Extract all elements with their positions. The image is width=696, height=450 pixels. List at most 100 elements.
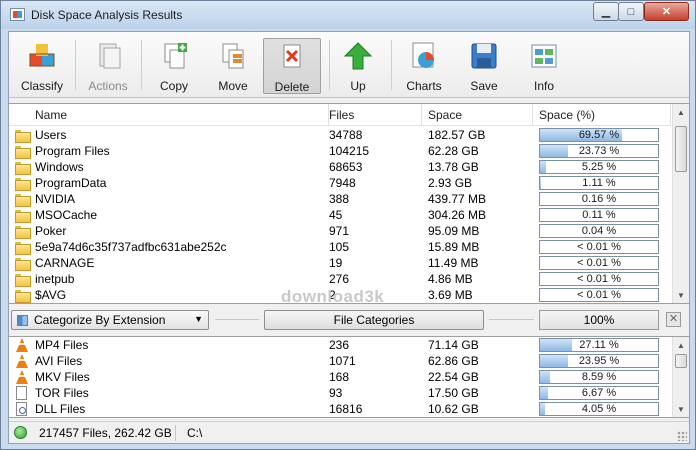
space-percent-label: < 0.01 % [577, 257, 621, 269]
row-name: MSOCache [35, 208, 98, 222]
toolbar-separator [391, 40, 392, 90]
file-categories-button[interactable]: File Categories [264, 310, 484, 330]
actions-button[interactable]: Actions [79, 38, 137, 94]
move-button[interactable]: Move [204, 38, 262, 94]
space-percent-bar: 0.16 % [539, 192, 659, 206]
folder-row[interactable]: ProgramData 7948 2.93 GB 1.11 % [9, 175, 671, 191]
space-percent-label: 1.11 % [582, 177, 616, 189]
extension-row[interactable]: AVI Files 1071 62.86 GB 23.95 % [9, 353, 671, 369]
folder-icon [15, 226, 31, 239]
space-percent-label: 0.04 % [581, 225, 617, 237]
row-name: Users [35, 128, 67, 142]
scroll-down-icon[interactable]: ▼ [673, 401, 689, 417]
extension-row[interactable]: DLL Files 16816 10.62 GB 4.05 % [9, 401, 671, 417]
space-percent-bar: 23.95 % [539, 354, 659, 368]
row-files: 104215 [329, 144, 370, 158]
up-button[interactable]: Up [329, 38, 387, 94]
row-space: 3.69 MB [428, 288, 473, 302]
total-percent: 100% [539, 310, 659, 330]
folder-list-scrollbar[interactable]: ▲ ▼ [672, 104, 689, 303]
row-space: 10.62 GB [428, 402, 479, 416]
row-space: 11.49 MB [428, 256, 479, 270]
row-name: CARNAGE [35, 256, 95, 270]
charts-button[interactable]: Charts [395, 38, 453, 94]
column-header-files[interactable]: Files [323, 104, 422, 126]
row-files: 388 [329, 192, 350, 206]
resize-grip-icon[interactable] [677, 431, 687, 441]
row-name: $AVG [35, 288, 67, 302]
row-name: AVI Files [35, 354, 83, 368]
folder-row[interactable]: NVIDIA 388 439.77 MB 0.16 % [9, 191, 671, 207]
row-files: 168 [329, 370, 350, 384]
toolbar-label: Save [470, 79, 498, 93]
scroll-thumb[interactable] [675, 354, 687, 368]
category-icon [17, 315, 28, 326]
copy-button[interactable]: Copy [145, 38, 203, 94]
space-percent-bar: < 0.01 % [539, 288, 659, 302]
close-window-button[interactable]: ✕ [644, 2, 689, 21]
toolbar-label: Copy [159, 79, 188, 93]
space-percent-bar: 4.05 % [539, 402, 659, 416]
folder-row[interactable]: Poker 971 95.09 MB 0.04 % [9, 223, 671, 239]
space-percent-bar: 0.04 % [539, 224, 659, 238]
column-header-space-pct[interactable]: Space (%) [533, 104, 671, 126]
watermark-logo: download3k [281, 287, 385, 304]
space-percent-label: 0.11 % [582, 209, 616, 221]
folder-list: Name Files Space Space (%) Users 34788 182… [9, 103, 689, 304]
charts-icon [408, 40, 440, 72]
vlc-cone-icon [16, 354, 28, 368]
row-files: 1071 [329, 354, 356, 368]
folder-row[interactable]: Windows 68653 13.78 GB 5.25 % [9, 159, 671, 175]
row-space: 13.78 GB [428, 160, 479, 174]
extension-row[interactable]: MP4 Files 236 71.14 GB 27.11 % [9, 337, 671, 353]
status-bar: 217457 Files, 262.42 GB C:\ [9, 421, 689, 443]
row-space: 304.26 MB [428, 208, 487, 222]
save-icon [468, 40, 500, 72]
scroll-thumb[interactable] [675, 126, 687, 172]
info-icon [528, 40, 560, 72]
scroll-up-icon[interactable]: ▲ [673, 337, 689, 353]
scroll-down-icon[interactable]: ▼ [673, 287, 689, 303]
folder-row[interactable]: MSOCache 45 304.26 MB 0.11 % [9, 207, 671, 223]
extension-row[interactable]: MKV Files 168 22.54 GB 8.59 % [9, 369, 671, 385]
move-icon [217, 40, 249, 72]
title-bar[interactable]: Disk Space Analysis Results ▁ □ ✕ [1, 1, 695, 29]
folder-row[interactable]: 5e9a74d6c35f737adfbc631abe252c 105 15.89 M… [9, 239, 671, 255]
up-arrow-icon [342, 40, 374, 72]
info-button[interactable]: Info [515, 38, 573, 94]
copy-icon [158, 40, 190, 72]
status-path: C:\ [187, 426, 203, 440]
folder-icon [15, 290, 31, 303]
folder-row[interactable]: Users 34788 182.57 GB 69.57 % [9, 127, 671, 143]
column-header-name[interactable]: Name [29, 104, 329, 126]
folder-row[interactable]: Program Files 104215 62.28 GB 23.73 % [9, 143, 671, 159]
categorize-dropdown-value: Categorize By Extension [34, 313, 166, 327]
space-percent-bar: 23.73 % [539, 144, 659, 158]
folder-icon [15, 210, 31, 223]
extension-row[interactable]: TOR Files 93 17.50 GB 6.67 % [9, 385, 671, 401]
scroll-up-icon[interactable]: ▲ [673, 104, 689, 120]
app-icon [10, 8, 25, 21]
row-files: 34788 [329, 128, 363, 142]
save-button[interactable]: Save [455, 38, 513, 94]
vlc-cone-icon [16, 338, 28, 352]
categorize-dropdown[interactable]: Categorize By Extension ▼ [11, 310, 209, 330]
space-percent-bar: 5.25 % [539, 160, 659, 174]
minimize-button[interactable]: ▁ [593, 2, 619, 21]
row-name: TOR Files [35, 386, 89, 400]
delete-button[interactable]: Delete [263, 38, 321, 94]
column-header-space[interactable]: Space [422, 104, 533, 126]
close-panel-button[interactable]: ✕ [666, 312, 681, 327]
extension-list-scrollbar[interactable]: ▲ ▼ [672, 337, 689, 417]
folder-row[interactable]: CARNAGE 19 11.49 MB < 0.01 % [9, 255, 671, 271]
folder-icon [15, 242, 31, 255]
row-space: 2.93 GB [428, 176, 473, 190]
folder-row[interactable]: inetpub 276 4.86 MB < 0.01 % [9, 271, 671, 287]
maximize-button[interactable]: □ [618, 2, 644, 21]
row-files: 93 [329, 386, 343, 400]
row-name: Program Files [35, 144, 110, 158]
space-percent-label: 23.95 % [578, 355, 620, 367]
folder-icon [15, 194, 31, 207]
row-name: Windows [35, 160, 84, 174]
classify-button[interactable]: Classify [13, 38, 71, 94]
